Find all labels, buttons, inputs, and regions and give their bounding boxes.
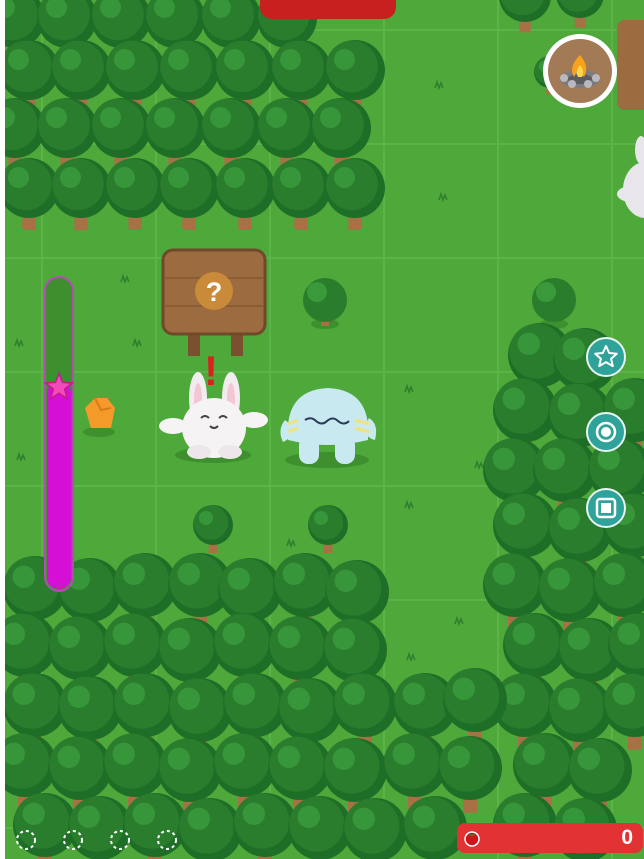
record-button[interactable] — [586, 412, 626, 452]
stop-button[interactable] — [586, 488, 626, 528]
stop-icon — [595, 497, 617, 519]
progress-dot — [15, 829, 37, 851]
tomato-counter: 0 — [457, 823, 643, 853]
tomato-count: 0 — [621, 826, 633, 849]
tree — [343, 798, 407, 859]
progress-dot — [109, 829, 131, 851]
progress-dot — [156, 829, 178, 851]
campfire-button[interactable] — [543, 34, 617, 108]
favorite-button[interactable] — [586, 337, 626, 377]
game-world: ? ! — [5, 0, 644, 859]
record-icon — [595, 421, 617, 443]
meter-fill — [47, 381, 71, 589]
campfire-icon — [560, 55, 600, 88]
campfire-button-face — [548, 39, 612, 103]
top-status-bar — [260, 0, 396, 19]
sign-question-mark: ? — [206, 277, 223, 307]
tomato-icon — [464, 831, 480, 847]
star-icon — [594, 345, 618, 368]
tree — [288, 796, 352, 859]
tree — [178, 798, 242, 859]
progress-dot — [62, 829, 84, 851]
energy-meter — [43, 275, 75, 593]
game-viewport[interactable]: ? ! 0 — [5, 0, 644, 859]
